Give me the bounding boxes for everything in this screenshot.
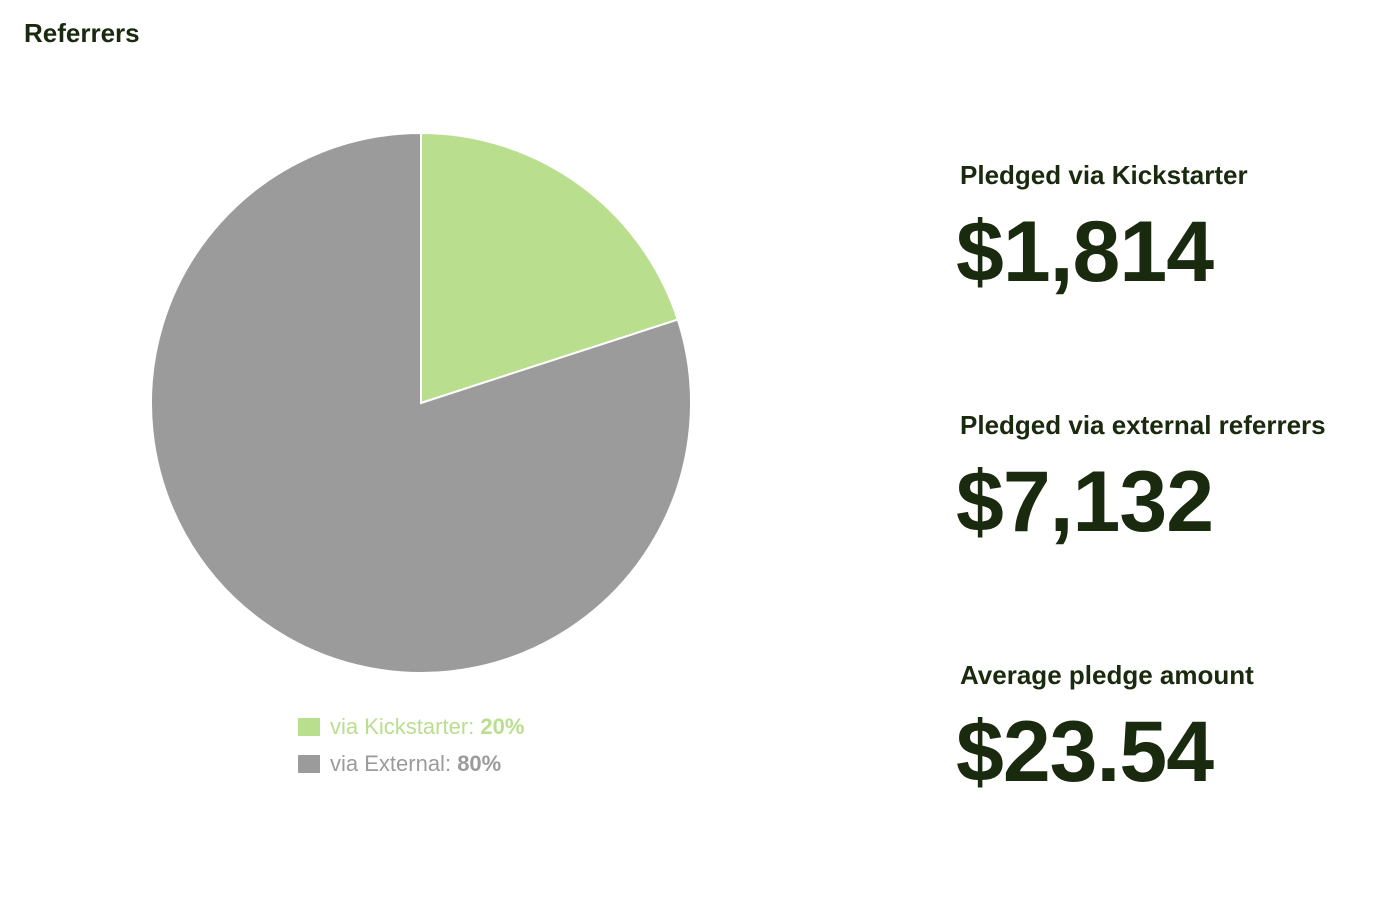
legend-swatch-external [298, 755, 320, 773]
pie-svg [150, 131, 692, 674]
stat-kickstarter: Pledged via Kickstarter $1,814 [956, 160, 1390, 410]
pie-legend: via Kickstarter: 20% via External: 80% [298, 712, 524, 786]
stat-average: Average pledge amount $23.54 [956, 660, 1390, 910]
stats-panel: Pledged via Kickstarter $1,814 Pledged v… [956, 160, 1390, 910]
legend-label-kickstarter: via Kickstarter: [330, 714, 475, 739]
stat-value-average: $23.54 [956, 704, 1214, 800]
stat-value-kickstarter: $1,814 [956, 204, 1214, 300]
stat-value-external: $7,132 [956, 454, 1214, 550]
stat-label-external: Pledged via external referrers [960, 410, 1326, 440]
stat-external: Pledged via external referrers $7,132 [956, 410, 1390, 660]
legend-item-external: via External: 80% [298, 749, 524, 779]
legend-value-external: 80% [457, 751, 502, 776]
referrers-pie-chart [148, 130, 694, 676]
stat-label-kickstarter: Pledged via Kickstarter [960, 160, 1248, 190]
section-title: Referrers [24, 18, 140, 48]
legend-label-external: via External: [330, 751, 452, 776]
legend-item-kickstarter: via Kickstarter: 20% [298, 712, 524, 742]
legend-value-kickstarter: 20% [480, 714, 525, 739]
legend-swatch-kickstarter [298, 718, 320, 736]
stat-label-average: Average pledge amount [960, 660, 1254, 690]
